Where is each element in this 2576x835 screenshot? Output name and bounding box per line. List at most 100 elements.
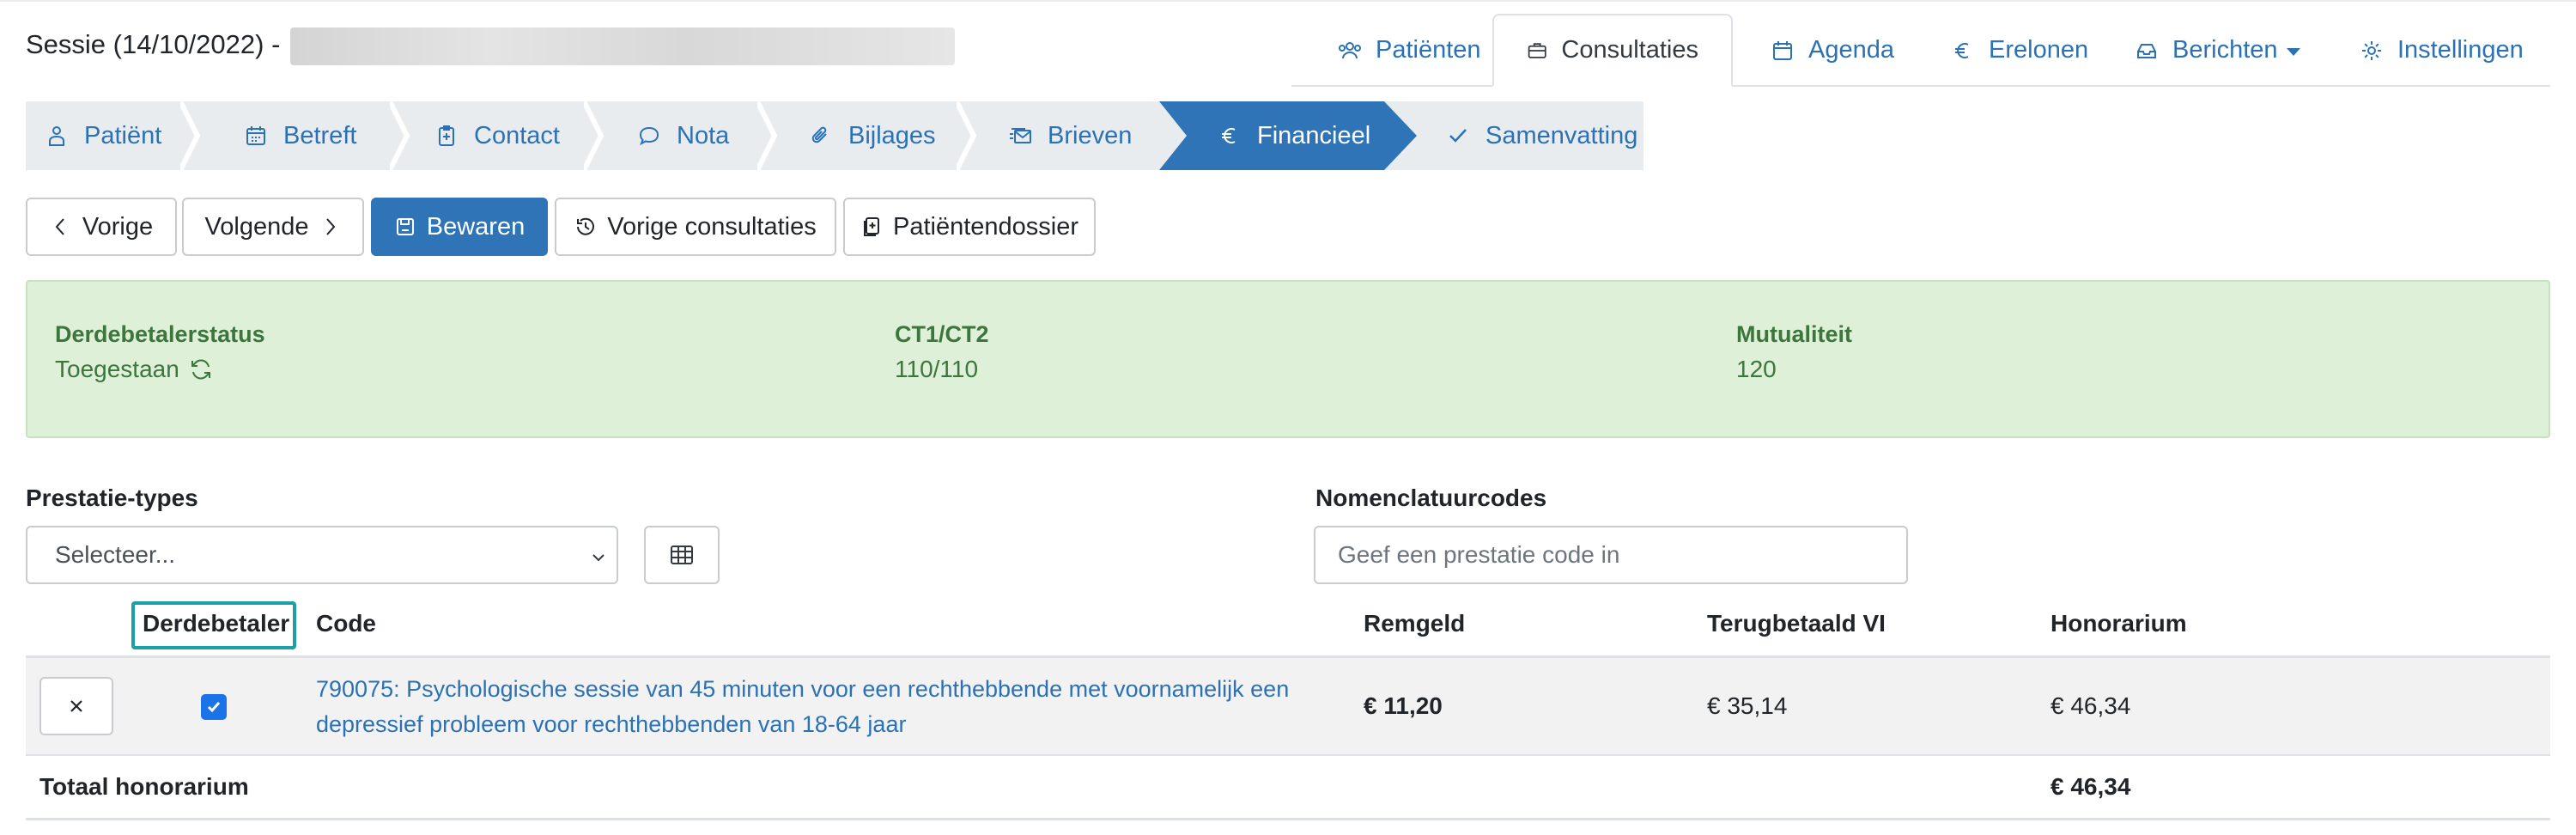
- wizard-steps: Patiënt Betreft Contact Nota Bijlages Br…: [26, 101, 1643, 170]
- step-separator: [957, 101, 977, 170]
- step-summary[interactable]: Samenvatting: [1446, 101, 1637, 170]
- column-header-code: Code: [316, 610, 376, 637]
- chevron-right-icon: [326, 218, 336, 235]
- close-icon: [70, 700, 82, 712]
- nav-tab-label: Patiënten: [1376, 36, 1481, 64]
- third-party-status-text: Toegestaan: [55, 356, 179, 382]
- fee-value: € 46,34: [2050, 692, 2131, 719]
- column-header-fee: Honorarium: [2050, 610, 2187, 637]
- calendar-icon: [246, 126, 265, 145]
- calendar-icon: [1773, 40, 1792, 60]
- step-separator: [390, 101, 410, 170]
- check-icon: [1449, 129, 1467, 143]
- nav-tab-label: Consultaties: [1561, 36, 1698, 64]
- service-types-selected: Selecteer...: [55, 541, 176, 568]
- user-icon: [49, 126, 64, 146]
- step-label: Brieven: [1048, 121, 1133, 149]
- step-note[interactable]: Nota: [637, 101, 729, 170]
- save-button[interactable]: Bewaren: [371, 198, 548, 256]
- gear-icon: [2362, 40, 2381, 60]
- step-patient[interactable]: Patiënt: [45, 101, 161, 170]
- next-button[interactable]: Volgende: [182, 198, 364, 256]
- third-party-status-value: Toegestaan: [55, 356, 214, 383]
- nomenclature-codes-label: Nomenclatuurcodes: [1315, 485, 1547, 511]
- nomenclature-code-link[interactable]: 790075: Psychologische sessie van 45 min…: [316, 672, 1346, 742]
- total-fee-value: € 46,34: [2050, 773, 2131, 800]
- patient-file-label: Patiëntendossier: [892, 212, 1079, 241]
- mutuality-value: 120: [1736, 356, 1777, 382]
- service-types-label: Prestatie-types: [26, 485, 198, 511]
- third-party-status-label: Derdebetalerstatus: [55, 321, 265, 347]
- third-party-status-panel: Derdebetalerstatus Toegestaan CT1/CT2 11…: [26, 280, 2550, 438]
- next-button-label: Volgende: [204, 212, 309, 241]
- table-icon: [671, 545, 693, 564]
- step-separator: [180, 101, 201, 170]
- step-contact[interactable]: Contact: [434, 101, 560, 170]
- app-header: Sessie (14/10/2022) - Patiënten Consulta…: [0, 0, 2576, 87]
- nomenclature-code-input[interactable]: Geef een prestatie code in: [1314, 526, 1908, 584]
- step-label: Bijlages: [848, 121, 936, 149]
- previous-button[interactable]: Vorige: [26, 198, 177, 256]
- nav-tab-patients[interactable]: Patiënten: [1305, 14, 1514, 87]
- row-divider: [26, 754, 2550, 756]
- page-title: Sessie (14/10/2022) -: [26, 29, 281, 59]
- step-regarding[interactable]: Betreft: [244, 101, 356, 170]
- nav-tab-agenda[interactable]: Agenda: [1738, 14, 1927, 87]
- euro-icon: [1955, 42, 1969, 58]
- step-label: Financieel: [1257, 121, 1371, 149]
- patient-file-button[interactable]: Patiëntendossier: [843, 198, 1096, 256]
- step-separator: [584, 101, 605, 170]
- nomenclature-code-placeholder: Geef een prestatie code in: [1338, 541, 1620, 568]
- step-letters[interactable]: Brieven: [1008, 101, 1132, 170]
- history-icon: [577, 217, 595, 235]
- mutuality-label: Mutualiteit: [1736, 321, 1852, 347]
- refund-value: € 35,14: [1707, 692, 1788, 719]
- step-label: Contact: [474, 121, 560, 149]
- ct-value: 110/110: [895, 356, 979, 382]
- nav-tab-consultations[interactable]: Consultaties: [1492, 14, 1733, 87]
- column-header-third-party[interactable]: Derdebetaler: [143, 610, 289, 637]
- nav-tab-messages[interactable]: Berichten: [2102, 14, 2333, 87]
- previous-consultations-label: Vorige consultaties: [607, 212, 817, 241]
- previous-consultations-button[interactable]: Vorige consultaties: [555, 198, 836, 256]
- briefcase-icon: [1528, 42, 1546, 58]
- column-header-copay: Remgeld: [1364, 610, 1466, 637]
- service-grid-button[interactable]: [644, 526, 720, 584]
- step-attachments[interactable]: Bijlages: [809, 101, 936, 170]
- clipboard-plus-icon: [439, 125, 454, 146]
- chevron-down-icon: [592, 554, 605, 562]
- refresh-icon[interactable]: [188, 357, 214, 382]
- table-bottom-divider: [26, 818, 2550, 820]
- nav-tab-label: Erelonen: [1989, 36, 2089, 64]
- save-icon: [396, 218, 414, 235]
- chevron-left-icon: [55, 218, 64, 235]
- step-label: Betreft: [283, 121, 357, 149]
- check-icon: [207, 702, 221, 713]
- step-label: Samenvatting: [1485, 121, 1638, 149]
- save-button-label: Bewaren: [426, 212, 526, 241]
- chat-icon: [639, 126, 659, 146]
- previous-button-label: Vorige: [82, 212, 154, 241]
- service-types-select[interactable]: Selecteer...: [26, 526, 618, 584]
- remove-row-button[interactable]: [39, 677, 113, 735]
- users-icon: [1339, 41, 1361, 58]
- copay-value: € 11,20: [1364, 692, 1443, 719]
- redacted-patient-name: [290, 27, 955, 65]
- nav-tab-label: Agenda: [1808, 36, 1894, 64]
- step-label: Nota: [677, 121, 730, 149]
- total-fee-label: Totaal honorarium: [39, 773, 249, 800]
- letters-icon: [1010, 128, 1031, 143]
- inbox-icon: [2137, 43, 2156, 58]
- file-plus-icon: [863, 217, 879, 236]
- step-label: Patiënt: [84, 121, 162, 149]
- third-party-checkbox[interactable]: [201, 694, 227, 720]
- nav-tab-fees[interactable]: Erelonen: [1918, 14, 2121, 87]
- step-financial[interactable]: Financieel: [1218, 101, 1370, 170]
- ct-label: CT1/CT2: [895, 321, 989, 347]
- nav-tab-settings[interactable]: Instellingen: [2327, 14, 2556, 87]
- euro-icon: [1222, 128, 1236, 143]
- chevron-down-icon: [2286, 48, 2300, 56]
- paperclip-icon: [811, 126, 827, 143]
- nav-tab-label: Berichten: [2172, 36, 2278, 64]
- step-separator: [757, 101, 778, 170]
